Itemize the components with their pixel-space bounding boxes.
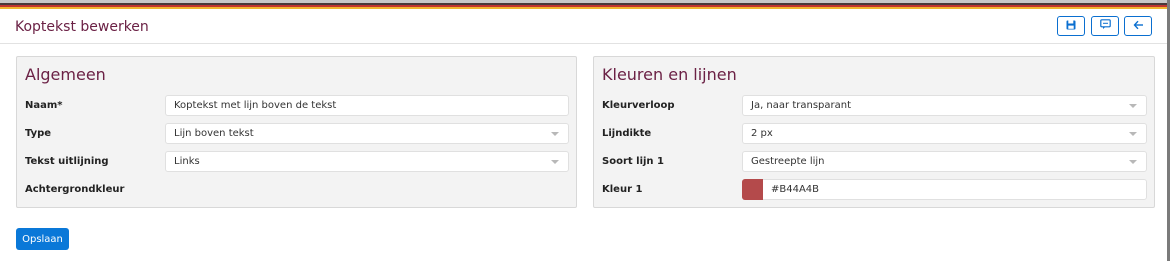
kleur-input[interactable]: #B44A4B: [742, 179, 1147, 200]
top-stripe-yellow: [0, 7, 1167, 9]
naam-label: Naam*: [25, 100, 63, 111]
soort-lijn-label: Soort lijn 1: [602, 156, 664, 167]
chevron-down-icon: [1129, 160, 1137, 164]
soort-lijn-select[interactable]: Gestreepte lijn: [742, 151, 1147, 172]
type-label: Type: [25, 128, 52, 139]
chevron-down-icon: [551, 132, 559, 136]
floppy-disk-icon: [1066, 17, 1076, 35]
type-select[interactable]: Lijn boven tekst: [165, 123, 569, 144]
save-button[interactable]: Opslaan: [16, 228, 69, 250]
achtergrondkleur-label: Achtergrondkleur: [25, 184, 125, 195]
algemeen-panel: Algemeen Naam* Koptekst met lijn boven d…: [16, 56, 577, 208]
kleuren-panel: Kleuren en lijnen Kleurverloop Ja, naar …: [593, 56, 1155, 208]
algemeen-title: Algemeen: [25, 65, 106, 84]
kleur-value: #B44A4B: [771, 184, 820, 195]
kleurverloop-select[interactable]: Ja, naar transparant: [742, 95, 1147, 116]
soort-lijn-value: Gestreepte lijn: [751, 156, 825, 167]
chevron-down-icon: [1129, 132, 1137, 136]
chevron-down-icon: [1129, 104, 1137, 108]
uitlijning-label: Tekst uitlijning: [25, 156, 109, 167]
comment-icon: [1099, 17, 1111, 35]
chevron-down-icon: [551, 160, 559, 164]
uitlijning-value: Links: [174, 156, 200, 167]
lijndikte-value: 2 px: [751, 128, 773, 139]
color-swatch[interactable]: [742, 179, 763, 200]
comment-icon-button[interactable]: [1091, 16, 1119, 36]
save-icon-button[interactable]: [1057, 16, 1085, 36]
header-divider: [0, 43, 1167, 44]
page-title: Koptekst bewerken: [15, 19, 149, 35]
kleurverloop-label: Kleurverloop: [602, 100, 675, 111]
naam-input[interactable]: Koptekst met lijn boven de tekst: [165, 95, 569, 116]
type-value: Lijn boven tekst: [174, 128, 254, 139]
lijndikte-select[interactable]: 2 px: [742, 123, 1147, 144]
kleuren-title: Kleuren en lijnen: [602, 65, 737, 84]
kleur-label: Kleur 1: [602, 184, 643, 195]
naam-value: Koptekst met lijn boven de tekst: [174, 100, 337, 111]
arrow-left-icon: [1133, 17, 1144, 35]
kleurverloop-value: Ja, naar transparant: [751, 100, 851, 111]
back-icon-button[interactable]: [1124, 16, 1152, 36]
lijndikte-label: Lijndikte: [602, 128, 652, 139]
uitlijning-select[interactable]: Links: [165, 151, 569, 172]
